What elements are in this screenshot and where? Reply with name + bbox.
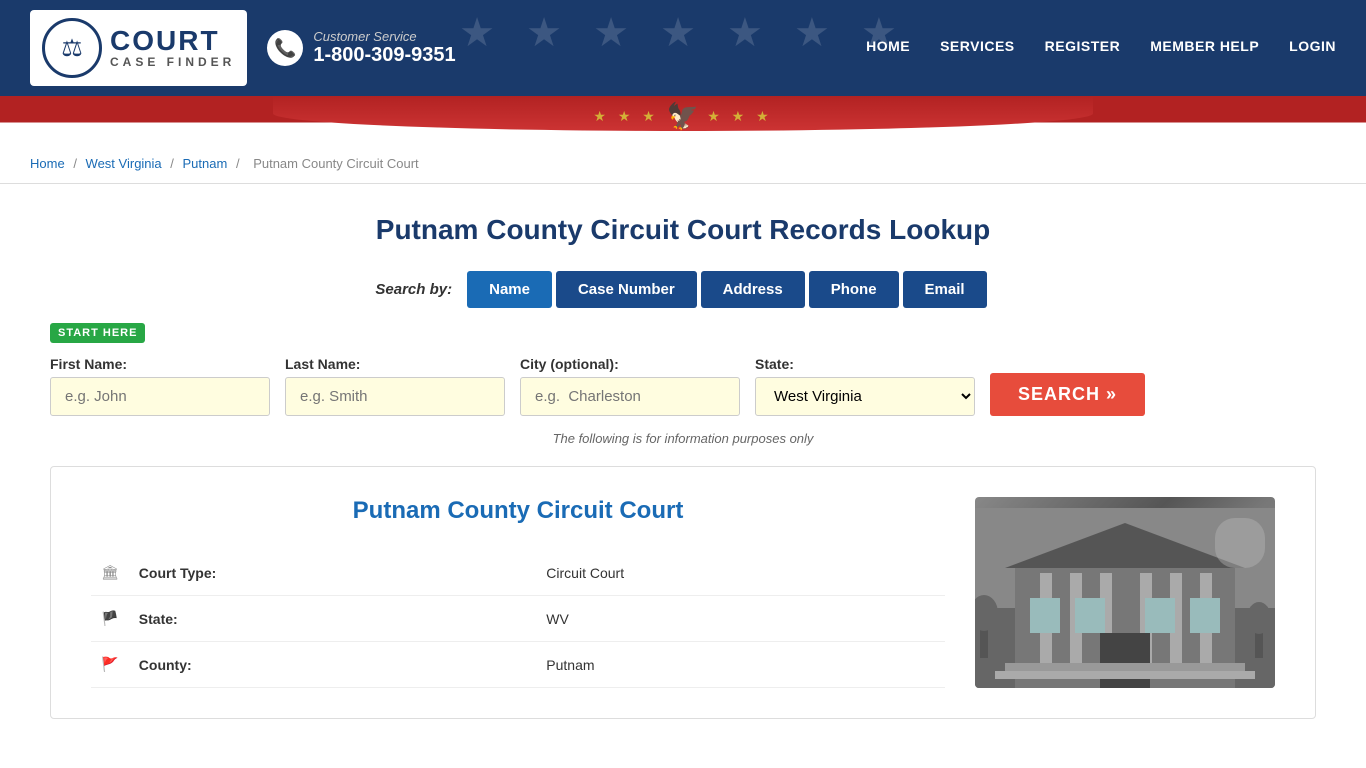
eagle-banner: ★ ★ ★ 🦅 ★ ★ ★: [0, 96, 1366, 144]
main-content: Putnam County Circuit Court Records Look…: [0, 184, 1366, 719]
breadcrumb-sep-3: /: [236, 156, 243, 171]
court-card-left: Putnam County Circuit Court 🏛 Court Type…: [91, 497, 945, 688]
county-icon: 🚩: [91, 642, 129, 688]
city-group: City (optional):: [520, 356, 740, 416]
nav-member-help[interactable]: MEMBER HELP: [1150, 38, 1259, 58]
form-row: First Name: Last Name: City (optional): …: [50, 356, 1316, 416]
breadcrumb-current: Putnam County Circuit Court: [253, 156, 418, 171]
nav-home[interactable]: HOME: [866, 38, 910, 58]
last-name-label: Last Name:: [285, 356, 505, 372]
city-label: City (optional):: [520, 356, 740, 372]
eagle-stars-right: ★ ★ ★: [707, 108, 772, 125]
search-by-label: Search by:: [375, 281, 452, 298]
header-left: COURT CASE FINDER 📞 Customer Service 1-8…: [30, 10, 456, 86]
eagle-icon: 🦅: [667, 101, 699, 132]
last-name-input[interactable]: [285, 377, 505, 416]
tab-case-number[interactable]: Case Number: [556, 271, 697, 308]
court-card-title: Putnam County Circuit Court: [91, 497, 945, 525]
customer-service: 📞 Customer Service 1-800-309-9351: [267, 29, 455, 67]
breadcrumb-county[interactable]: Putnam: [183, 156, 228, 171]
logo-box: COURT CASE FINDER: [30, 10, 247, 86]
logo-emblem-icon: [42, 18, 102, 78]
logo-case-finder-text: CASE FINDER: [110, 55, 235, 69]
tab-name[interactable]: Name: [467, 271, 552, 308]
state-group: State: West Virginia Alabama Alaska: [755, 356, 975, 416]
court-info-table: 🏛 Court Type: Circuit Court 🏴 State: WV …: [91, 550, 945, 688]
courthouse-svg: [975, 508, 1275, 688]
first-name-input[interactable]: [50, 377, 270, 416]
state-select[interactable]: West Virginia Alabama Alaska: [755, 377, 975, 416]
cs-phone: 1-800-309-9351: [313, 44, 455, 67]
court-type-label: Court Type:: [129, 550, 537, 596]
search-form-wrapper: START HERE First Name: Last Name: City (…: [50, 323, 1316, 416]
search-by-row: Search by: Name Case Number Address Phon…: [50, 271, 1316, 308]
county-label: County:: [129, 642, 537, 688]
breadcrumb-sep-1: /: [73, 156, 80, 171]
first-name-group: First Name:: [50, 356, 270, 416]
cs-label: Customer Service: [313, 29, 455, 44]
logo-court-text: COURT: [110, 27, 220, 55]
phone-icon: 📞: [267, 30, 303, 66]
last-name-group: Last Name:: [285, 356, 505, 416]
info-note: The following is for information purpose…: [50, 431, 1316, 446]
logo-text: COURT CASE FINDER: [110, 27, 235, 69]
table-row: 🚩 County: Putnam: [91, 642, 945, 688]
court-type-value: Circuit Court: [536, 550, 945, 596]
nav-services[interactable]: SERVICES: [940, 38, 1015, 58]
tab-address[interactable]: Address: [701, 271, 805, 308]
nav-login[interactable]: LOGIN: [1289, 38, 1336, 58]
city-input[interactable]: [520, 377, 740, 416]
customer-service-text: Customer Service 1-800-309-9351: [313, 29, 455, 67]
nav-register[interactable]: REGISTER: [1045, 38, 1121, 58]
state-info-value: WV: [536, 596, 945, 642]
breadcrumb-home[interactable]: Home: [30, 156, 65, 171]
eagle-center: ★ ★ ★ 🦅 ★ ★ ★: [593, 101, 772, 132]
tab-email[interactable]: Email: [903, 271, 987, 308]
breadcrumb: Home / West Virginia / Putnam / Putnam C…: [0, 144, 1366, 184]
court-type-icon: 🏛: [91, 550, 129, 596]
eagle-stars-left: ★ ★ ★: [593, 108, 658, 125]
header: ★ ★ ★ ★ ★ ★ ★ COURT CASE FINDER 📞 Custom…: [0, 0, 1366, 96]
start-here-badge: START HERE: [50, 323, 145, 343]
court-card: Putnam County Circuit Court 🏛 Court Type…: [50, 466, 1316, 719]
tab-phone[interactable]: Phone: [809, 271, 899, 308]
table-row: 🏛 Court Type: Circuit Court: [91, 550, 945, 596]
county-value: Putnam: [536, 642, 945, 688]
first-name-label: First Name:: [50, 356, 270, 372]
state-label: State:: [755, 356, 975, 372]
main-nav: HOME SERVICES REGISTER MEMBER HELP LOGIN: [866, 38, 1336, 58]
header-stars: ★ ★ ★ ★ ★ ★ ★: [459, 10, 907, 56]
breadcrumb-sep-2: /: [170, 156, 177, 171]
breadcrumb-state[interactable]: West Virginia: [86, 156, 162, 171]
page-title: Putnam County Circuit Court Records Look…: [50, 214, 1316, 246]
table-row: 🏴 State: WV: [91, 596, 945, 642]
search-button[interactable]: SEARCH »: [990, 373, 1145, 416]
state-info-label: State:: [129, 596, 537, 642]
courthouse-image: [975, 497, 1275, 688]
state-icon: 🏴: [91, 596, 129, 642]
